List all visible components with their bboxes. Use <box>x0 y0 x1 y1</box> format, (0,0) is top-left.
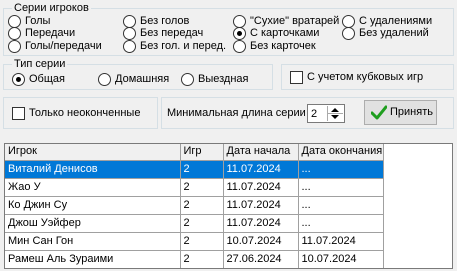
unfinished-checkbox-label: Только неоконченные <box>29 107 141 119</box>
checkmark-icon <box>370 105 388 123</box>
cell-player[interactable]: Мин Сан Гон <box>5 232 181 251</box>
unfinished-checkbox-box[interactable] <box>12 107 25 120</box>
cell-player[interactable]: Виталий Денисов <box>5 160 181 179</box>
cell-player[interactable]: Жао У <box>5 178 181 197</box>
cell-games[interactable]: 2 <box>180 160 224 179</box>
radio-no-assists-circle[interactable] <box>123 27 136 40</box>
cell-games[interactable]: 2 <box>180 178 224 197</box>
cell-games[interactable]: 2 <box>180 232 224 251</box>
radio-no-cards-circle[interactable] <box>233 40 246 53</box>
min-length-value[interactable]: 2 <box>311 107 317 121</box>
cell-start-date[interactable]: 11.07.2024 <box>223 178 299 197</box>
radio-away-circle[interactable] <box>181 73 194 86</box>
radio-goals-assists-label: Голы/передачи <box>25 40 102 52</box>
series-type-legend: Тип серии <box>12 57 68 71</box>
radio-overall-circle[interactable] <box>12 73 25 86</box>
radio-no-penalties-label: Без удалений <box>359 27 429 39</box>
column-header-end-date[interactable]: Дата окончания <box>298 144 384 161</box>
table-row[interactable]: Жао У 2 11.07.2024 ... <box>5 178 384 197</box>
min-length-label: Минимальная длина серии <box>167 107 306 119</box>
cell-end-date[interactable]: ... <box>298 160 384 179</box>
table-row[interactable]: Рамеш Аль Зураими 2 27.06.2024 10.07.202… <box>5 250 384 268</box>
radio-home-circle[interactable] <box>98 73 111 86</box>
cell-end-date[interactable]: ... <box>298 214 384 233</box>
cell-end-date[interactable]: 11.07.2024 <box>298 232 384 251</box>
spin-updown-icon[interactable] <box>327 106 343 121</box>
cell-start-date[interactable]: 11.07.2024 <box>223 196 299 215</box>
column-header-start-date[interactable]: Дата начала <box>223 144 299 161</box>
cell-start-date[interactable]: 11.07.2024 <box>223 160 299 179</box>
cell-end-date[interactable]: 10.07.2024 <box>298 250 384 268</box>
cell-start-date[interactable]: 27.06.2024 <box>223 250 299 268</box>
radio-away-label: Выездная <box>198 73 249 85</box>
table-row[interactable]: Джош Уэйфер 2 11.07.2024 ... <box>5 214 384 233</box>
cup-games-checkbox-label: С учетом кубковых игр <box>307 71 424 83</box>
accept-button[interactable]: Принять <box>364 100 437 125</box>
radio-assists-circle[interactable] <box>8 27 21 40</box>
cell-player[interactable]: Рамеш Аль Зураими <box>5 250 181 268</box>
radio-with-cards-circle[interactable] <box>233 27 246 40</box>
accept-button-label: Принять <box>390 106 433 118</box>
radio-no-assists-label: Без передач <box>140 27 204 39</box>
cell-player[interactable]: Джош Уэйфер <box>5 214 181 233</box>
cell-games[interactable]: 2 <box>180 196 224 215</box>
table-row[interactable]: Мин Сан Гон 2 10.07.2024 11.07.2024 <box>5 232 384 251</box>
cell-start-date[interactable]: 10.07.2024 <box>223 232 299 251</box>
table-row[interactable]: Ко Джин Су 2 11.07.2024 ... <box>5 196 384 215</box>
table-row[interactable]: Виталий Денисов 2 11.07.2024 ... <box>5 160 384 179</box>
radio-no-penalties-circle[interactable] <box>342 27 355 40</box>
radio-with-cards-label: С карточками <box>250 27 320 39</box>
cell-games[interactable]: 2 <box>180 214 224 233</box>
min-length-spin[interactable]: 2 <box>307 104 345 123</box>
column-header-player[interactable]: Игрок <box>5 144 181 161</box>
cell-games[interactable]: 2 <box>180 250 224 268</box>
radio-no-cards-label: Без карточек <box>250 40 316 52</box>
column-header-games[interactable]: Игр <box>180 144 224 161</box>
cell-player[interactable]: Ко Джин Су <box>5 196 181 215</box>
cell-end-date[interactable]: ... <box>298 196 384 215</box>
table-header-row: Игрок Игр Дата начала Дата окончания <box>5 144 384 161</box>
radio-no-goals-assists-circle[interactable] <box>123 40 136 53</box>
radio-goals-assists-circle[interactable] <box>8 40 21 53</box>
radio-home-label: Домашняя <box>115 73 170 85</box>
radio-assists-label: Передачи <box>25 27 76 39</box>
radio-no-goals-assists-label: Без гол. и перед. <box>140 40 227 52</box>
series-group-legend: Серии игроков <box>12 1 91 15</box>
cell-start-date[interactable]: 11.07.2024 <box>223 214 299 233</box>
cup-games-checkbox-box[interactable] <box>290 71 303 84</box>
cell-end-date[interactable]: ... <box>298 178 384 197</box>
series-grid[interactable]: Игрок Игр Дата начала Дата окончания Вит… <box>4 143 453 269</box>
series-table: Игрок Игр Дата начала Дата окончания Вит… <box>5 144 384 268</box>
radio-overall-label: Общая <box>29 73 65 85</box>
